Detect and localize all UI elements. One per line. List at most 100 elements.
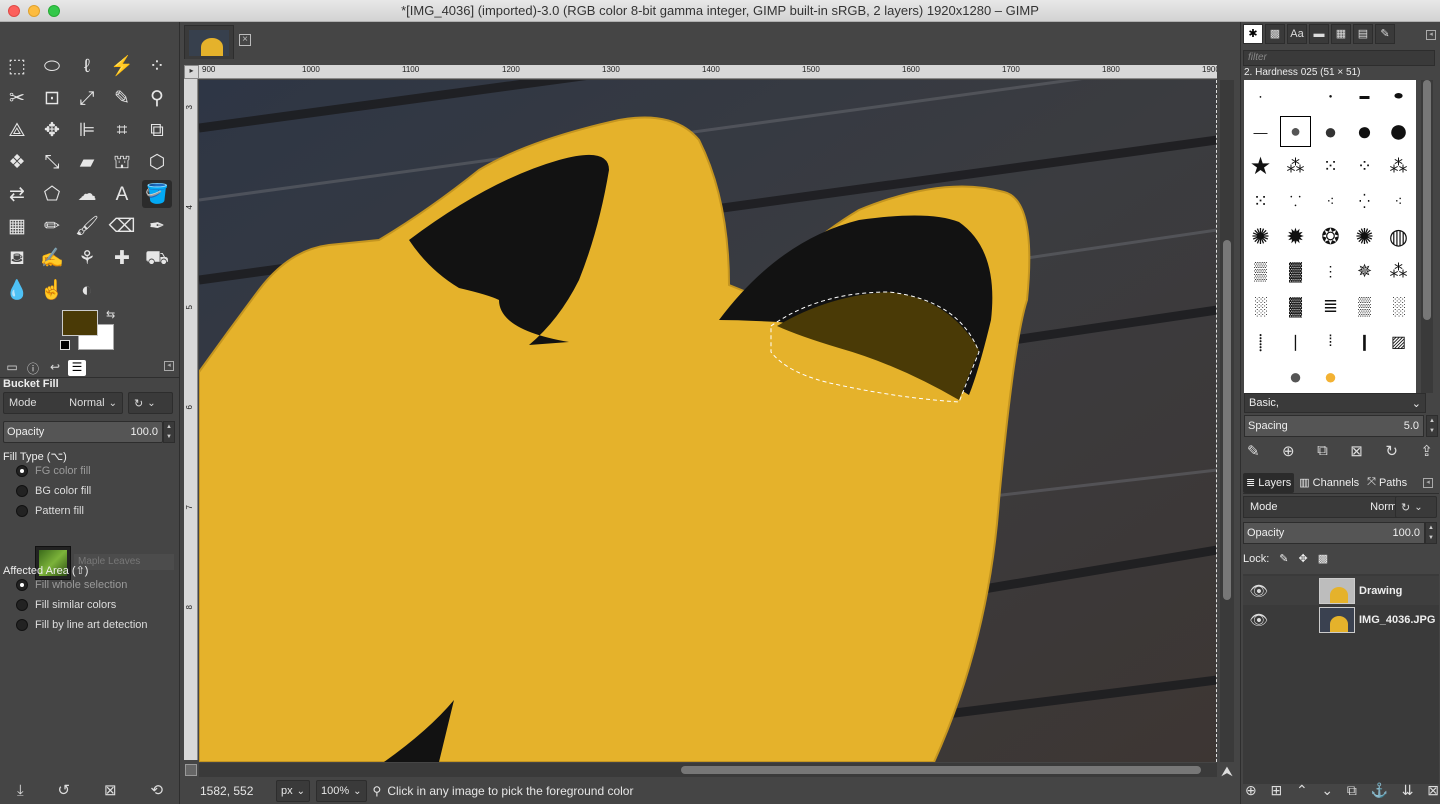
fuzzy-select-tool-icon[interactable]: ⚡ — [107, 52, 137, 80]
brush-item[interactable]: ❙ — [1348, 325, 1381, 358]
foreground-color-swatch[interactable] — [62, 310, 98, 336]
brush-item[interactable]: ❘ — [1279, 325, 1312, 358]
brush-item[interactable]: ● — [1279, 115, 1312, 148]
airbrush-tool-icon[interactable]: ✒ — [142, 212, 172, 240]
paths-tool-icon[interactable]: ⤢ — [72, 84, 102, 112]
lock-position-icon[interactable]: ✥ — [1299, 552, 1308, 565]
tab-gradients[interactable]: ▬ — [1309, 24, 1329, 44]
tab-info[interactable]: ⓘ — [24, 360, 42, 376]
horizontal-scrollbar[interactable] — [199, 763, 1217, 777]
bg-color-fill-radio[interactable]: BG color fill — [16, 485, 91, 497]
brush-item[interactable]: ● — [1244, 80, 1277, 113]
brush-item[interactable]: ★ — [1244, 150, 1277, 183]
brush-item[interactable]: ⁖ — [1382, 185, 1415, 218]
brush-panel-menu-icon[interactable]: ◂ — [1426, 30, 1436, 40]
crop-tool-icon[interactable]: ⌗ — [107, 116, 137, 144]
brush-item[interactable]: ✺ — [1348, 220, 1381, 253]
swap-colors-icon[interactable]: ⇆ — [106, 308, 115, 321]
brush-item[interactable]: ⁙ — [1314, 150, 1347, 183]
flip-tool-icon[interactable]: ⇄ — [2, 180, 32, 208]
opacity-slider[interactable]: Opacity 100.0 — [3, 421, 163, 443]
image-tab[interactable] — [184, 25, 234, 59]
brush-item[interactable]: — — [1244, 115, 1277, 148]
brush-grid[interactable]: ● ● ▬ ⬬ — ● ● ● ● ★ ⁂ ⁙ ⁘ ⁂ ⁙ ⸪ ⁖ ⁛ ⁖ ✺ … — [1244, 80, 1416, 393]
brush-spacing-slider[interactable]: Spacing 5.0 — [1244, 415, 1424, 437]
brush-item[interactable]: ⸪ — [1279, 185, 1312, 218]
tab-device-status[interactable]: ▭ — [3, 360, 21, 376]
unified-transform-tool-icon[interactable]: ⧉ — [142, 116, 172, 144]
heal-tool-icon[interactable]: ✚ — [107, 244, 137, 272]
fill-similar-colors-radio[interactable]: Fill similar colors — [16, 599, 116, 611]
brush-item[interactable]: ✹ — [1279, 220, 1312, 253]
new-brush-icon[interactable]: ⊕ — [1282, 442, 1295, 462]
brush-item[interactable]: ▓ — [1279, 255, 1312, 288]
delete-preset-icon[interactable]: ⊠ — [104, 781, 117, 799]
tab-patterns[interactable]: ▩ — [1265, 24, 1285, 44]
paintbrush-tool-icon[interactable]: 🖌 — [72, 212, 102, 240]
zoom-select[interactable]: 100% ⌄ — [316, 780, 367, 802]
foreground-select-tool-icon[interactable]: ⊡ — [37, 84, 67, 112]
refresh-brushes-icon[interactable]: ↻ — [1385, 442, 1398, 462]
quick-mask-toggle[interactable] — [185, 764, 197, 776]
smudge-tool-icon[interactable]: ☝ — [37, 276, 67, 304]
brush-item[interactable]: ⁞ — [1314, 325, 1347, 358]
pattern-name-field[interactable]: Maple Leaves — [74, 554, 174, 570]
brush-item[interactable]: ● — [1279, 360, 1312, 393]
3d-transform-tool-icon[interactable]: ⬡ — [142, 148, 172, 176]
smudge-shape-tool-icon[interactable]: ☁ — [72, 180, 102, 208]
free-select-tool-icon[interactable]: ℓ — [72, 52, 102, 80]
unit-select[interactable]: px ⌄ — [276, 780, 311, 802]
tab-undo-history[interactable]: ↩ — [46, 360, 64, 376]
tab-palettes[interactable]: ▦ — [1331, 24, 1351, 44]
tab-paint-dynamics[interactable]: ✎ — [1375, 24, 1395, 44]
fill-line-art-radio[interactable]: Fill by line art detection — [16, 619, 148, 631]
restore-preset-icon[interactable]: ↺ — [58, 781, 71, 799]
merge-layer-icon[interactable]: ⇊ — [1402, 782, 1414, 802]
fg-color-fill-radio[interactable]: FG color fill — [16, 465, 91, 477]
panel-menu-icon[interactable]: ◂ — [164, 361, 174, 371]
brush-item[interactable]: ⁂ — [1279, 150, 1312, 183]
pencil-tool-icon[interactable]: ✏ — [37, 212, 67, 240]
vertical-scrollbar[interactable] — [1220, 80, 1234, 762]
vertical-ruler[interactable]: 3 4 5 6 7 8 — [184, 79, 198, 760]
brush-item[interactable]: ✺ — [1244, 220, 1277, 253]
brush-preset-select[interactable]: Basic, ⌄ — [1244, 393, 1426, 413]
brush-item[interactable]: ⁛ — [1348, 185, 1381, 218]
measure-tool-icon[interactable]: ⟁ — [2, 116, 32, 144]
brush-item[interactable]: ● — [1314, 80, 1347, 113]
tab-channels[interactable]: ▥ Channels — [1296, 473, 1362, 493]
text-tool-icon[interactable]: A — [107, 180, 137, 208]
close-tab-icon[interactable]: × — [239, 34, 251, 46]
brush-item[interactable]: ⸽ — [1244, 325, 1277, 358]
perspective-tool-icon[interactable]: ⬠ — [37, 180, 67, 208]
save-preset-icon[interactable]: ⤓ — [17, 782, 24, 799]
brush-item[interactable]: ⁘ — [1348, 150, 1381, 183]
tab-fonts[interactable]: Aa — [1287, 24, 1307, 44]
tab-brushes[interactable]: ✱ — [1243, 24, 1263, 44]
tab-tool-presets[interactable]: ▤ — [1353, 24, 1373, 44]
lower-layer-icon[interactable]: ⌄ — [1321, 782, 1333, 802]
brush-scrollbar[interactable] — [1421, 80, 1433, 393]
horizontal-ruler[interactable]: 900 1000 1100 1200 1300 1400 1500 1600 1… — [199, 65, 1217, 79]
brush-item[interactable]: ◍ — [1382, 220, 1415, 253]
bucket-fill-tool-icon[interactable]: 🪣 — [142, 180, 172, 208]
color-picker-tool-icon[interactable]: ✎ — [107, 84, 137, 112]
edit-brush-icon[interactable]: ✎ — [1247, 442, 1260, 462]
blur-tool-icon[interactable]: 💧 — [2, 276, 32, 304]
align-tool-icon[interactable]: ⊫ — [72, 116, 102, 144]
brush-item[interactable]: ▨ — [1382, 325, 1415, 358]
tab-layers[interactable]: ≣ Layers — [1243, 472, 1295, 493]
brush-item[interactable]: ▓ — [1279, 290, 1312, 323]
eraser-tool-icon[interactable]: ⌫ — [107, 212, 137, 240]
shear-tool-icon[interactable]: ▰ — [72, 148, 102, 176]
layer-row[interactable]: 👁 Drawing — [1243, 576, 1439, 605]
raise-layer-icon[interactable]: ⌃ — [1296, 782, 1308, 802]
lock-pixels-icon[interactable]: ✎ — [1279, 552, 1288, 565]
scissors-tool-icon[interactable]: ✂ — [2, 84, 32, 112]
mypaint-brush-tool-icon[interactable]: ✍ — [37, 244, 67, 272]
tab-paths[interactable]: ⤧ Paths — [1364, 473, 1410, 493]
brush-item[interactable]: ● — [1382, 112, 1415, 150]
duplicate-layer-icon[interactable]: ⧉ — [1347, 782, 1357, 802]
brush-item[interactable]: ░ — [1244, 290, 1277, 323]
delete-layer-icon[interactable]: ⊠ — [1427, 782, 1439, 802]
